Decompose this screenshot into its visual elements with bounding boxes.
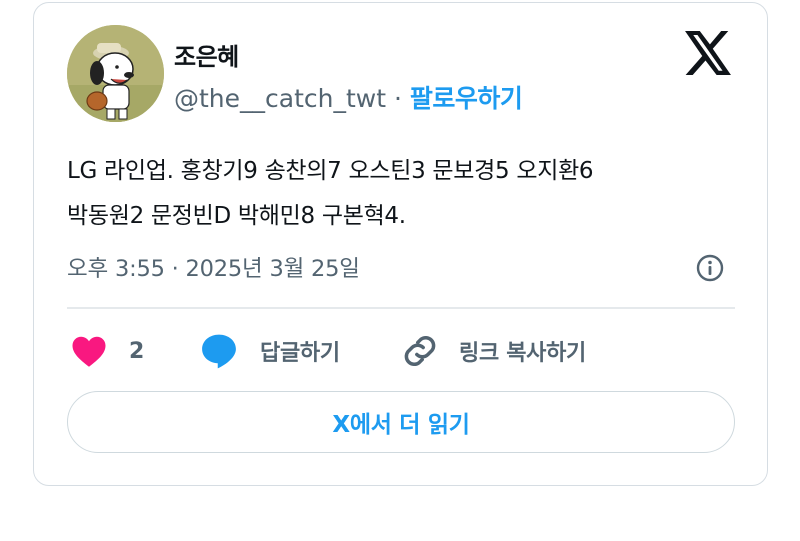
follow-button[interactable]: 팔로우하기 (410, 84, 523, 113)
tweet-text-line: LG 라인업. 홍창기9 송찬의7 오스틴3 문보경5 오지환6 (67, 158, 594, 184)
snoopy-avatar-image (67, 25, 164, 122)
author-handle-row: @the__catch_twt · 팔로우하기 (174, 79, 523, 115)
tweet-text: LG 라인업. 홍창기9 송찬의7 오스틴3 문보경5 오지환6 박동원2 문정… (67, 149, 747, 239)
copy-link-label: 링크 복사하기 (459, 341, 586, 366)
like-button[interactable]: 2 (71, 331, 144, 371)
avatar[interactable] (67, 25, 164, 122)
tweet-text-line: 박동원2 문정빈D 박해민8 구본혁4. (67, 203, 406, 229)
heart-icon (72, 336, 106, 367)
speech-bubble-icon (202, 334, 236, 369)
info-icon[interactable] (695, 253, 725, 283)
read-more-on-x-button[interactable]: X에서 더 읽기 (67, 391, 735, 453)
link-icon (404, 335, 436, 367)
reply-button[interactable]: 답글하기 (200, 331, 340, 371)
author-name[interactable]: 조은혜 (174, 37, 239, 72)
author-handle[interactable]: @the__catch_twt (174, 84, 386, 113)
reply-label: 답글하기 (260, 341, 340, 366)
x-logo-icon[interactable] (685, 31, 731, 75)
like-count: 2 (129, 338, 145, 364)
copy-link-button[interactable]: 링크 복사하기 (401, 331, 586, 371)
separator-dot: · (394, 84, 402, 113)
divider (67, 307, 735, 309)
tweet-timestamp[interactable]: 오후 3:55 · 2025년 3월 25일 (67, 251, 360, 283)
embedded-tweet-card: 조은혜 @the__catch_twt · 팔로우하기 LG 라인업. 홍창기9… (33, 2, 768, 486)
